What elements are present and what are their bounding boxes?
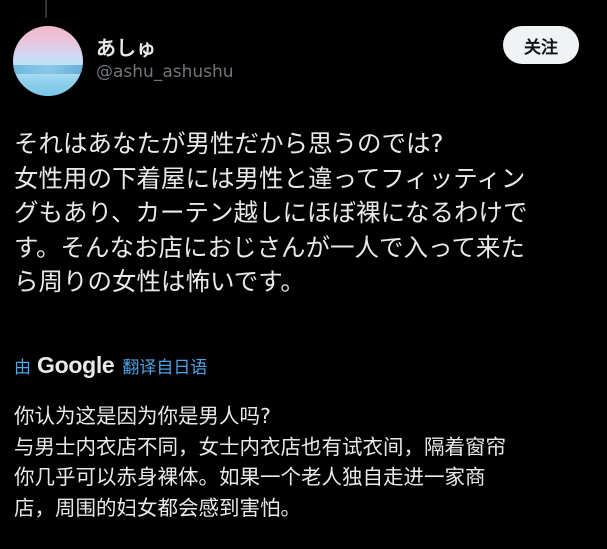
author-display-name[interactable]: あしゅ: [96, 32, 156, 61]
translated-text: 你认为这是因为你是男人吗? 与男士内衣店不同，女士内衣店也有试衣间，隔着窗帘 你…: [14, 404, 506, 520]
translation-attribution: 由 Google 翻译自日语: [14, 350, 207, 380]
translation-by-label: 由: [14, 357, 31, 378]
post-text: それはあなたが男性だから思うのでは? 女性用の下着屋には男性と違ってフィッティン…: [14, 129, 528, 296]
google-logo: Google: [37, 351, 115, 378]
thread-connector-line: [45, 0, 47, 18]
translated-from-link[interactable]: 翻译自日语: [122, 353, 207, 378]
avatar-sky-band: [13, 65, 83, 74]
follow-button[interactable]: 关注: [503, 26, 579, 64]
avatar[interactable]: [13, 26, 83, 96]
author-handle[interactable]: @ashu_ashushu: [96, 62, 234, 82]
